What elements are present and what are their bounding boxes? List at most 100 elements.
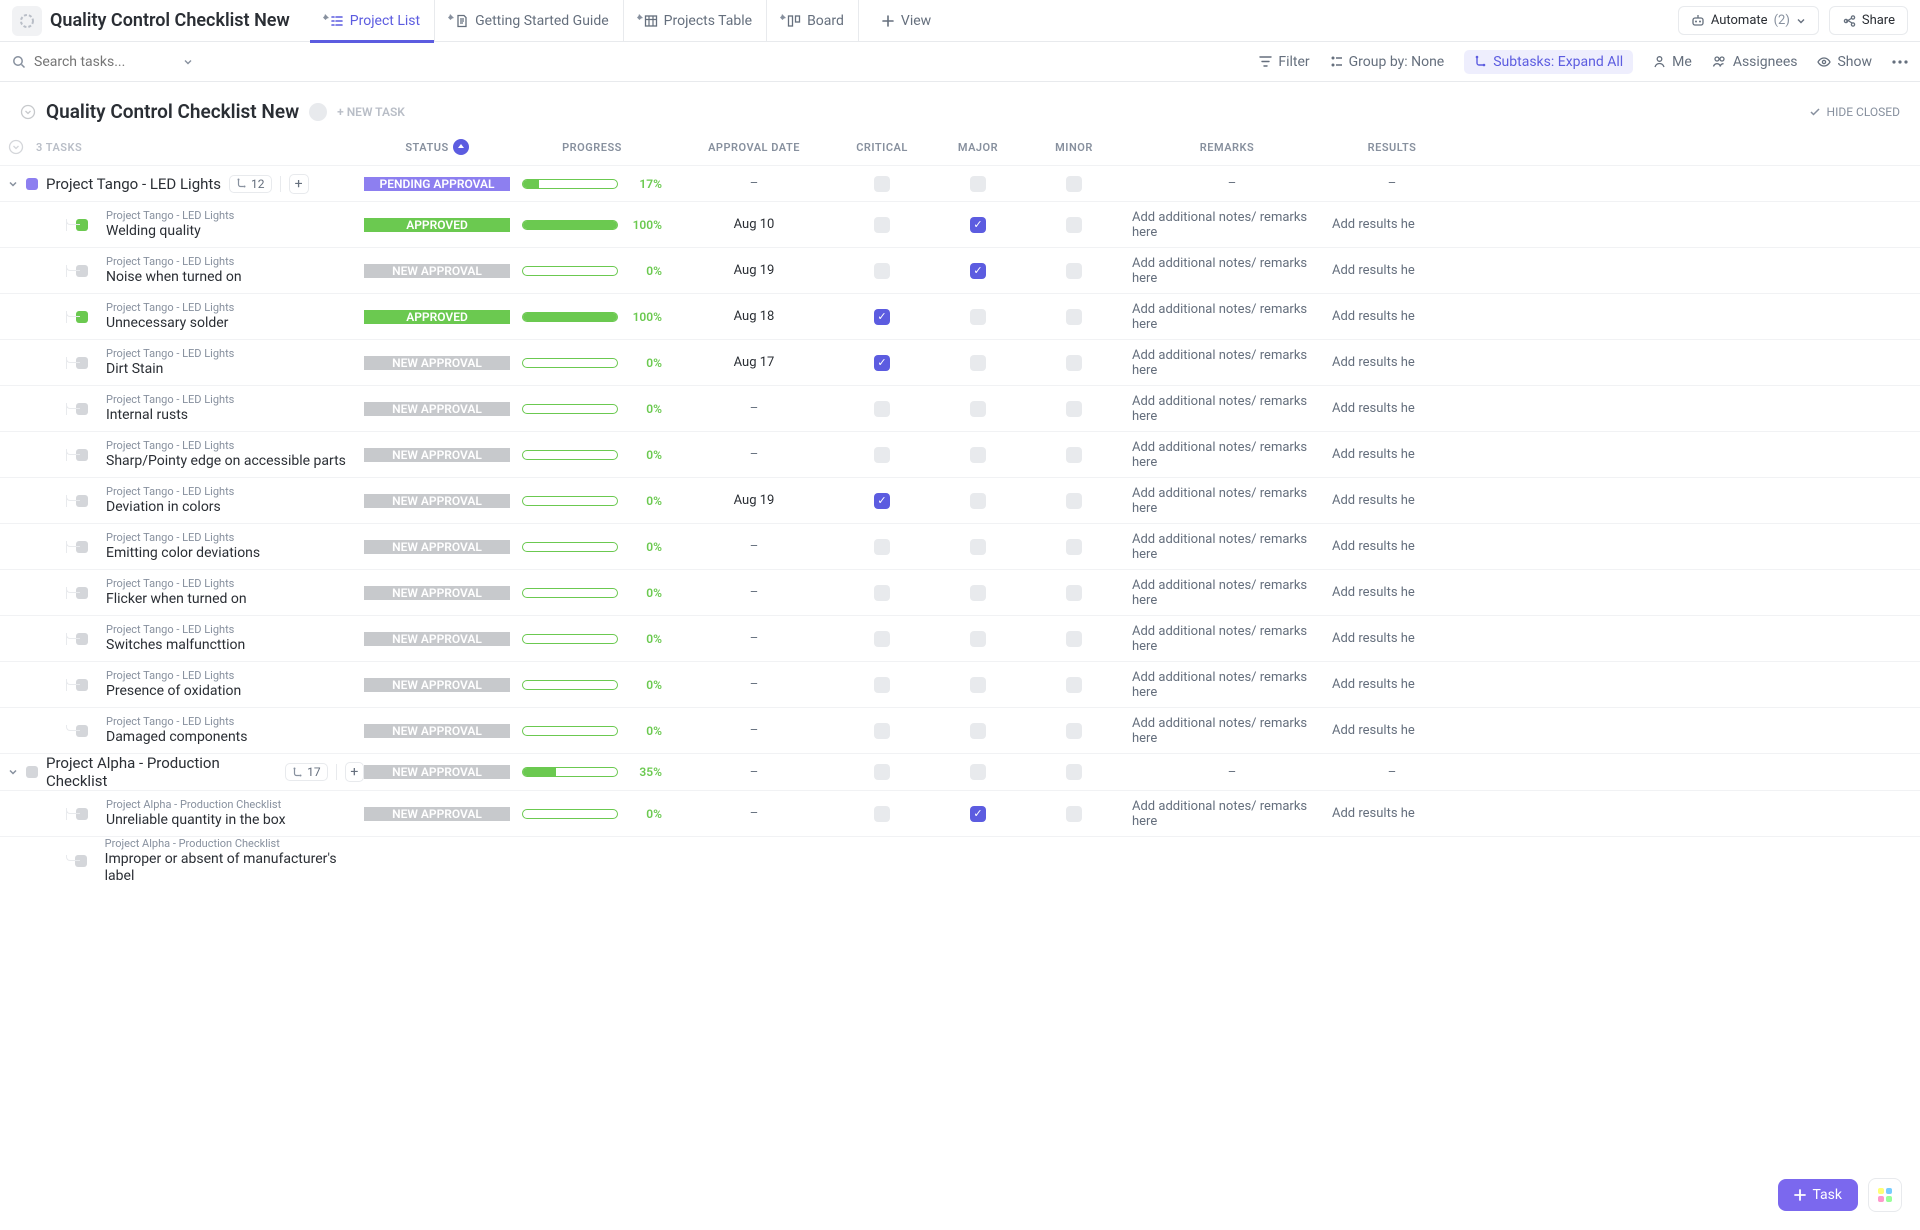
checkbox-cell[interactable]	[834, 176, 930, 192]
checkbox-cell[interactable]	[1026, 493, 1122, 509]
results-cell[interactable]: Add results he	[1332, 263, 1452, 278]
task-row[interactable]: Project Tango - LED Lights12+PENDING APP…	[0, 165, 1920, 201]
subtask-row[interactable]: Project Tango - LED LightsPresence of ox…	[0, 661, 1920, 707]
checkbox-cell[interactable]	[1026, 585, 1122, 601]
checkbox-cell[interactable]	[1026, 764, 1122, 780]
progress-cell[interactable]: 17%	[510, 177, 674, 191]
status-cell[interactable]: PENDING APPROVAL	[364, 177, 510, 191]
results-cell[interactable]: Add results he	[1332, 309, 1452, 324]
status-cell[interactable]: NEW APPROVAL	[364, 356, 510, 370]
app-logo[interactable]	[12, 6, 42, 36]
checkbox-cell[interactable]	[1026, 217, 1122, 233]
tab-board[interactable]: Board	[767, 0, 859, 42]
task-name[interactable]: Improper or absent of manufacturer's lab…	[105, 851, 364, 886]
date-cell[interactable]: –	[674, 806, 834, 821]
checkbox-cell[interactable]	[834, 585, 930, 601]
date-cell[interactable]: –	[674, 539, 834, 554]
search-input[interactable]	[34, 54, 174, 70]
checkbox-cell[interactable]	[834, 806, 930, 822]
checkbox-cell[interactable]: ✓	[930, 217, 1026, 233]
remarks-cell[interactable]: –	[1122, 176, 1332, 191]
status-cell[interactable]: NEW APPROVAL	[364, 402, 510, 416]
task-name[interactable]: Damaged components	[106, 729, 247, 747]
remarks-cell[interactable]: Add additional notes/ remarks here	[1122, 799, 1332, 829]
col-critical[interactable]: CRITICAL	[834, 141, 930, 154]
remarks-cell[interactable]: Add additional notes/ remarks here	[1122, 624, 1332, 654]
checkbox-cell[interactable]	[930, 723, 1026, 739]
checkbox-cell[interactable]	[930, 677, 1026, 693]
date-cell[interactable]: Aug 18	[674, 309, 834, 324]
checkbox-cell[interactable]	[834, 539, 930, 555]
status-cell[interactable]: NEW APPROVAL	[364, 448, 510, 462]
status-square-icon[interactable]	[26, 178, 38, 190]
date-cell[interactable]: –	[674, 631, 834, 646]
remarks-cell[interactable]: Add additional notes/ remarks here	[1122, 578, 1332, 608]
col-results[interactable]: RESULTS	[1332, 141, 1452, 154]
checkbox-cell[interactable]	[930, 355, 1026, 371]
checkbox-cell[interactable]	[834, 631, 930, 647]
checkbox-cell[interactable]	[834, 263, 930, 279]
checkbox-cell[interactable]: ✓	[930, 806, 1026, 822]
checkbox-cell[interactable]	[1026, 723, 1122, 739]
collapse-icon[interactable]	[8, 139, 24, 155]
date-cell[interactable]: Aug 19	[674, 263, 834, 278]
progress-cell[interactable]: 0%	[510, 807, 674, 821]
search-wrap[interactable]	[12, 54, 222, 70]
checkbox-cell[interactable]	[834, 217, 930, 233]
status-cell[interactable]: NEW APPROVAL	[364, 632, 510, 646]
checkbox-cell[interactable]	[1026, 263, 1122, 279]
progress-cell[interactable]: 100%	[510, 310, 674, 324]
subtask-row[interactable]: Project Tango - LED LightsDeviation in c…	[0, 477, 1920, 523]
subtask-row[interactable]: Project Alpha - Production ChecklistImpr…	[0, 836, 1920, 886]
checkbox-cell[interactable]	[1026, 631, 1122, 647]
subtask-row[interactable]: Project Tango - LED LightsNoise when tur…	[0, 247, 1920, 293]
new-task-link[interactable]: + NEW TASK	[337, 105, 405, 119]
tab-project-list[interactable]: Project List	[310, 0, 435, 42]
results-cell[interactable]: Add results he	[1332, 217, 1452, 232]
share-button[interactable]: Share	[1829, 6, 1908, 35]
status-cell[interactable]: NEW APPROVAL	[364, 765, 510, 779]
status-cell[interactable]: NEW APPROVAL	[364, 494, 510, 508]
task-name[interactable]: Emitting color deviations	[106, 545, 260, 563]
apps-fab[interactable]	[1868, 1178, 1902, 1212]
results-cell[interactable]: Add results he	[1332, 493, 1452, 508]
status-cell[interactable]: NEW APPROVAL	[364, 586, 510, 600]
remarks-cell[interactable]: Add additional notes/ remarks here	[1122, 394, 1332, 424]
remarks-cell[interactable]: Add additional notes/ remarks here	[1122, 486, 1332, 516]
results-cell[interactable]: –	[1332, 176, 1452, 191]
checkbox-cell[interactable]	[1026, 309, 1122, 325]
task-name[interactable]: Presence of oxidation	[106, 683, 241, 701]
progress-cell[interactable]: 0%	[510, 540, 674, 554]
remarks-cell[interactable]: Add additional notes/ remarks here	[1122, 716, 1332, 746]
subtask-row[interactable]: Project Tango - LED LightsWelding qualit…	[0, 201, 1920, 247]
checkbox-cell[interactable]	[834, 723, 930, 739]
results-cell[interactable]: Add results he	[1332, 677, 1452, 692]
add-subtask-button[interactable]: +	[345, 762, 364, 782]
checkbox-cell[interactable]	[930, 631, 1026, 647]
checkbox-cell[interactable]	[930, 309, 1026, 325]
collapse-icon[interactable]	[20, 104, 36, 120]
add-subtask-button[interactable]: +	[289, 174, 309, 194]
progress-cell[interactable]: 0%	[510, 678, 674, 692]
col-status[interactable]: STATUS	[364, 139, 510, 155]
progress-cell[interactable]: 0%	[510, 264, 674, 278]
subtask-count[interactable]: 17	[285, 763, 328, 781]
checkbox-cell[interactable]	[834, 677, 930, 693]
subtask-count[interactable]: 12	[229, 175, 272, 193]
task-name[interactable]: Welding quality	[106, 223, 234, 241]
progress-cell[interactable]: 35%	[510, 765, 674, 779]
checkbox-cell[interactable]	[930, 764, 1026, 780]
col-minor[interactable]: MINOR	[1026, 141, 1122, 154]
date-cell[interactable]: Aug 10	[674, 217, 834, 232]
task-name[interactable]: Unreliable quantity in the box	[106, 812, 286, 830]
checkbox-cell[interactable]	[930, 447, 1026, 463]
checkbox-cell[interactable]: ✓	[834, 355, 930, 371]
subtask-row[interactable]: Project Tango - LED LightsSharp/Pointy e…	[0, 431, 1920, 477]
status-cell[interactable]: NEW APPROVAL	[364, 264, 510, 278]
checkbox-cell[interactable]	[1026, 677, 1122, 693]
progress-cell[interactable]: 0%	[510, 356, 674, 370]
progress-cell[interactable]: 0%	[510, 724, 674, 738]
status-cell[interactable]: NEW APPROVAL	[364, 540, 510, 554]
status-cell[interactable]: APPROVED	[364, 310, 510, 324]
task-name[interactable]: Unnecessary solder	[106, 315, 234, 333]
